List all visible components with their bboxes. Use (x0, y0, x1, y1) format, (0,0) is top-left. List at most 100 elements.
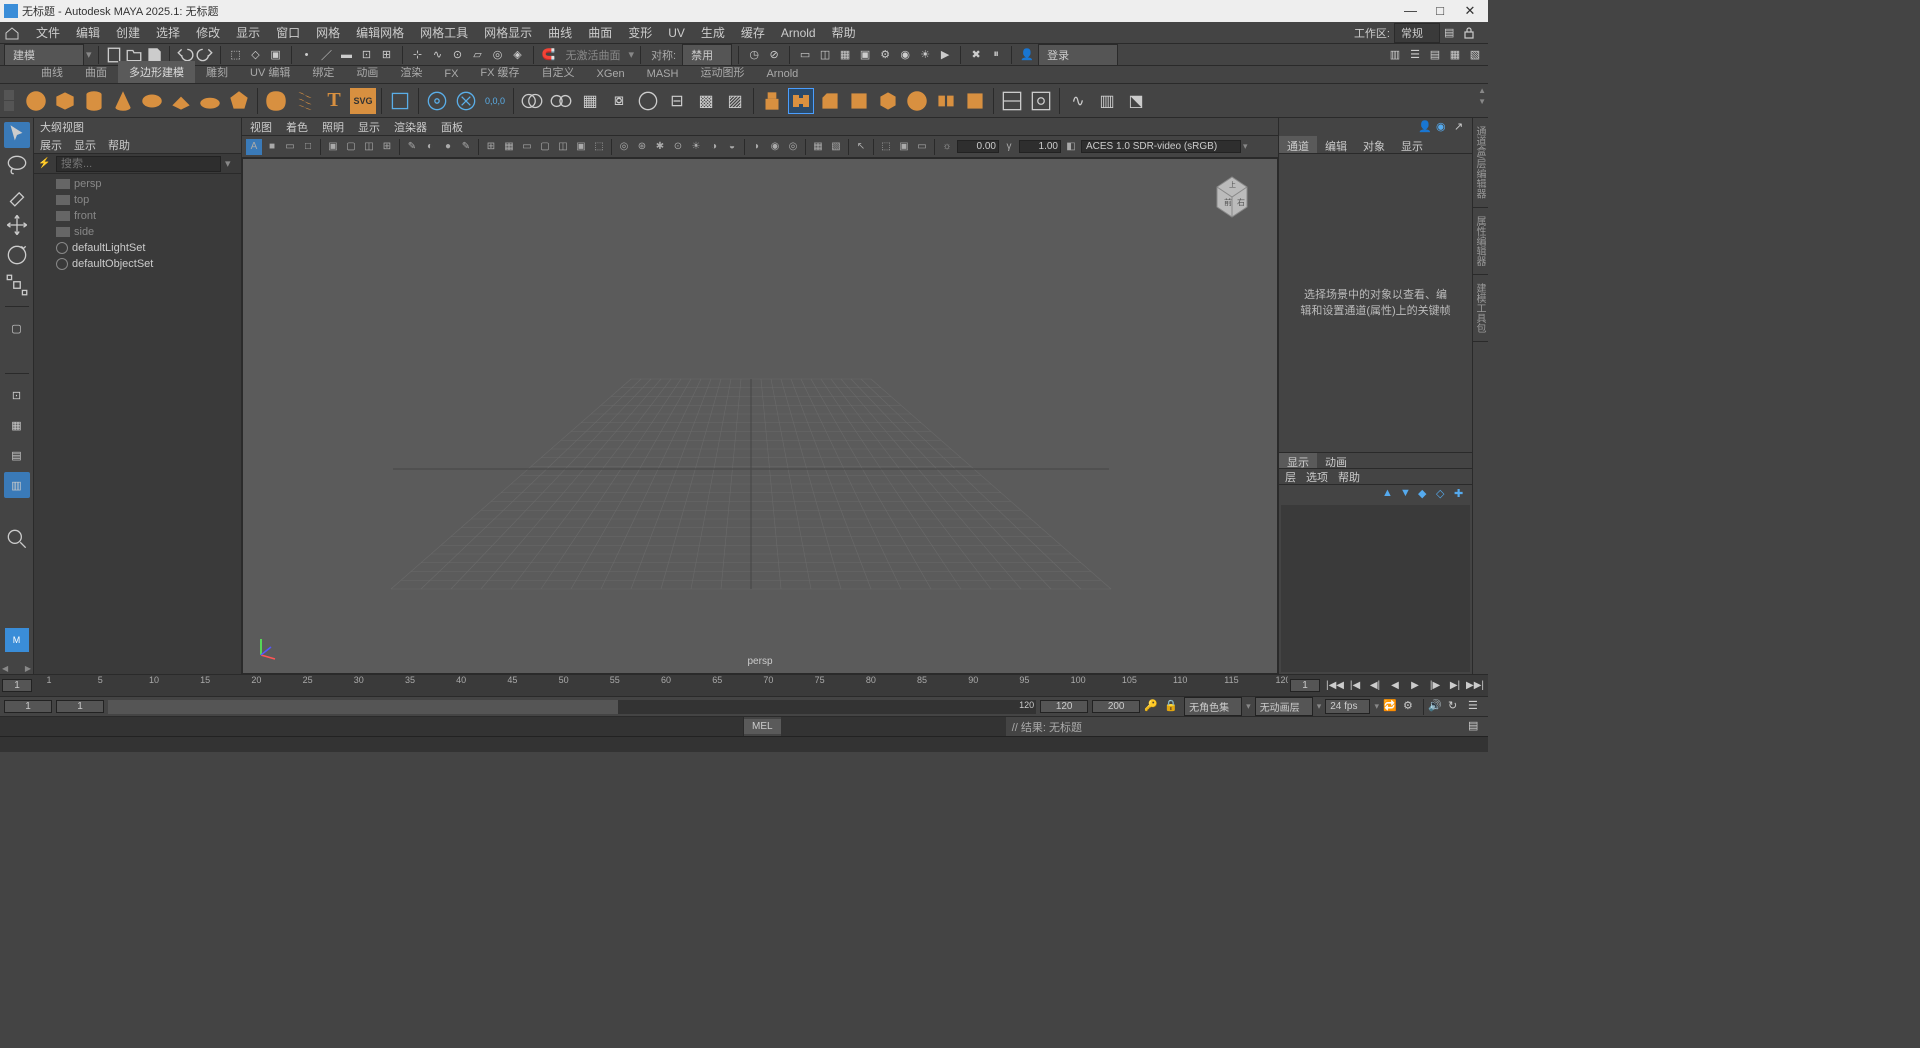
edge-flow-icon[interactable]: ∿ (1065, 88, 1091, 114)
menu-create[interactable]: 创建 (108, 24, 148, 41)
vp-cam3-icon[interactable]: ◫ (555, 139, 571, 155)
menu-deform[interactable]: 变形 (620, 24, 660, 41)
lasso-tool[interactable] (4, 152, 30, 178)
cb-tab-show[interactable]: 显示 (1393, 136, 1431, 153)
center-pivot-icon[interactable] (424, 88, 450, 114)
menu-select[interactable]: 选择 (148, 24, 188, 41)
poly-helix-icon[interactable] (292, 88, 318, 114)
vp-antialias-icon[interactable]: ◎ (785, 139, 801, 155)
vp-bookmark-icon[interactable]: ■ (264, 139, 280, 155)
vp-colorspace-dropdown[interactable]: ACES 1.0 SDR-video (sRGB) (1081, 140, 1241, 153)
vp-smooth-shade-icon[interactable]: ● (440, 139, 456, 155)
home-icon[interactable] (4, 26, 20, 40)
vp-shade-icon[interactable]: ◐ (422, 139, 438, 155)
range-start-out-field[interactable] (4, 700, 52, 713)
anim-layer-dropdown[interactable]: 无动画层 (1255, 697, 1313, 716)
vp-gamma-icon[interactable]: γ (1001, 139, 1017, 155)
menu-surfaces[interactable]: 曲面 (580, 24, 620, 41)
view-layout-2-icon[interactable]: ▤ (4, 442, 30, 468)
snap-point-icon[interactable]: ⊙ (449, 46, 467, 64)
snap-toggle-icon[interactable]: ⊡ (4, 382, 30, 408)
divide-icon[interactable]: ▥ (1094, 88, 1120, 114)
collapse-icon[interactable] (904, 88, 930, 114)
layer-new-icon[interactable]: ✚ (1454, 487, 1468, 501)
vp-xray-joints-icon[interactable]: ✱ (652, 139, 668, 155)
viewport-3d[interactable]: 前 右 上 persp (242, 158, 1278, 674)
vp-menu-view[interactable]: 视图 (250, 119, 272, 135)
vp-menu-show[interactable]: 显示 (358, 119, 380, 135)
prefs-icon[interactable]: ☰ (1468, 699, 1484, 715)
hypershade-icon[interactable]: ◉ (896, 46, 914, 64)
outliner-item-defaultlightset[interactable]: defaultLightSet (38, 240, 237, 256)
bevel-icon[interactable] (817, 88, 843, 114)
outliner-item-persp[interactable]: persp (38, 176, 237, 192)
poly-platonic-icon[interactable] (226, 88, 252, 114)
outliner-filter-icon[interactable]: ⚡ (38, 158, 52, 169)
vp-render-icon[interactable]: ▭ (914, 139, 930, 155)
cb-icon-2[interactable]: ◉ (1436, 120, 1450, 134)
layer-tab-anim[interactable]: 动画 (1317, 453, 1355, 468)
toolbox-scroll-right[interactable]: ▶ (25, 664, 31, 673)
vp-select-arrow-icon[interactable]: ↖ (853, 139, 869, 155)
layer-move-up-icon[interactable]: ▲ (1382, 487, 1396, 501)
toggle-hud-icon[interactable]: ☰ (1406, 46, 1424, 64)
cb-tab-object[interactable]: 对象 (1355, 136, 1393, 153)
menu-curves[interactable]: 曲线 (540, 24, 580, 41)
shelf-scroll-up[interactable]: ▲ (1478, 86, 1486, 97)
vp-motion-blur-icon[interactable]: ◗ (749, 139, 765, 155)
character-set-dropdown[interactable]: 无角色集 (1184, 697, 1242, 716)
smooth-icon[interactable] (635, 88, 661, 114)
outliner-item-side[interactable]: side (38, 224, 237, 240)
goto-end-icon[interactable]: ▶▶| (1466, 677, 1484, 695)
crease-icon[interactable]: ⬔ (1123, 88, 1149, 114)
set-key-icon[interactable]: 🔑 (1144, 699, 1160, 715)
cb-icon-3[interactable]: ↗ (1454, 120, 1468, 134)
playblast-icon[interactable]: ▶ (936, 46, 954, 64)
cb-tab-channel[interactable]: 通道 (1279, 136, 1317, 153)
outliner-search-clear-icon[interactable]: ▾ (225, 157, 237, 170)
vp-film-gate-icon[interactable]: ▣ (325, 139, 341, 155)
layer-tab-display[interactable]: 显示 (1279, 453, 1317, 468)
connect-icon[interactable] (933, 88, 959, 114)
vp-cam5-icon[interactable]: ⬚ (591, 139, 607, 155)
vp-field-chart-icon[interactable]: ⊞ (379, 139, 395, 155)
select-tool[interactable] (4, 122, 30, 148)
outliner-menu-show[interactable]: 显示 (74, 137, 96, 153)
menu-help[interactable]: 帮助 (824, 24, 864, 41)
last-tool[interactable]: ▢ (4, 315, 30, 341)
cb-icon-1[interactable]: 👤 (1418, 120, 1432, 134)
layer-add-selected-icon[interactable]: ◆ (1418, 487, 1432, 501)
goto-start-icon[interactable]: |◀◀ (1326, 677, 1344, 695)
extrude-icon[interactable] (759, 88, 785, 114)
vp-menu-lighting[interactable]: 照明 (322, 119, 344, 135)
menu-editmesh[interactable]: 编辑网格 (348, 24, 412, 41)
layer-new-empty-icon[interactable]: ◇ (1436, 487, 1450, 501)
vp-cam-set-icon[interactable]: ▣ (896, 139, 912, 155)
scale-tool[interactable] (4, 272, 30, 298)
fill-hole-icon[interactable] (875, 88, 901, 114)
minimize-button[interactable]: — (1404, 3, 1416, 19)
toolbox-scroll-left[interactable]: ◀ (2, 664, 8, 673)
vp-cam2-icon[interactable]: ▢ (537, 139, 553, 155)
vp-shadows-icon[interactable]: ◑ (706, 139, 722, 155)
cached-playback-icon[interactable]: ↻ (1448, 699, 1464, 715)
vp-ao-icon[interactable]: ◒ (724, 139, 740, 155)
vp-menu-renderer[interactable]: 渲染器 (394, 119, 427, 135)
vp-colorspace-icon[interactable]: ◧ (1063, 139, 1079, 155)
right-tab-attr[interactable]: 属性编辑器 (1473, 208, 1488, 275)
vp-cam4-icon[interactable]: ▣ (573, 139, 589, 155)
toggle-modeling-toolkit-icon[interactable]: ▥ (1386, 46, 1404, 64)
right-tab-modeling[interactable]: 建模工具包 (1473, 275, 1488, 342)
boolean-icon[interactable]: ⧇ (606, 88, 632, 114)
poly-svg-icon[interactable]: SVG (350, 88, 376, 114)
render-sequence-icon[interactable]: ▦ (836, 46, 854, 64)
sweep-mesh-icon[interactable] (387, 88, 413, 114)
target-weld-icon[interactable] (1028, 88, 1054, 114)
lock-icon[interactable] (1462, 26, 1476, 40)
multicut-icon[interactable] (999, 88, 1025, 114)
outliner-menu-help[interactable]: 帮助 (108, 137, 130, 153)
range-end-in-field[interactable] (1040, 700, 1088, 713)
ipr-render-icon[interactable]: ◫ (816, 46, 834, 64)
playback-prefs-icon[interactable]: ⚙ (1403, 699, 1419, 715)
viewcube-icon[interactable]: 前 右 上 (1207, 169, 1257, 219)
